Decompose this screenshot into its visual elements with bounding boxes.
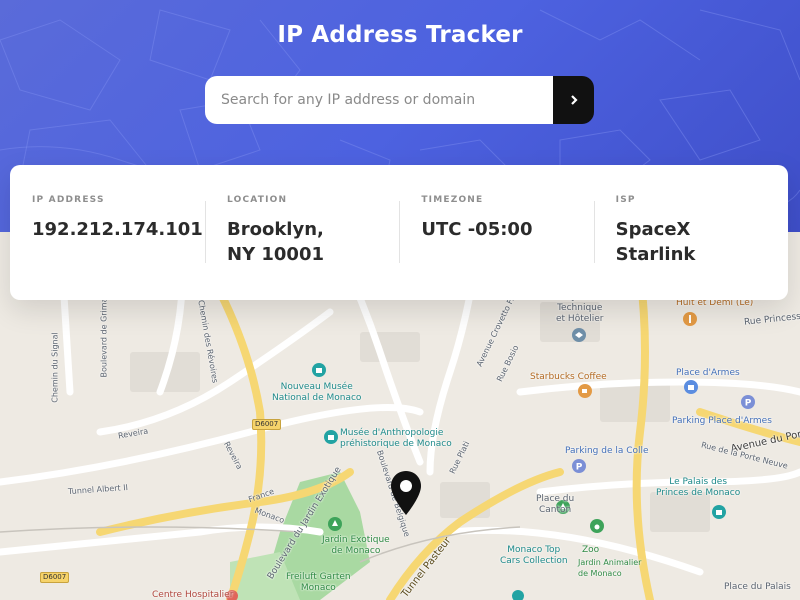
ip-info-card: IP ADDRESS 192.212.174.101 LOCATION Broo… — [10, 165, 788, 300]
map-label: Place du Palais — [724, 582, 791, 592]
cafe-icon — [578, 384, 592, 398]
stat-value: 192.212.174.101 — [32, 219, 203, 240]
museum-icon — [312, 363, 326, 377]
map-label: Jardin Exotique de Monaco — [322, 535, 390, 556]
map-label: Centre Hospitalier — [152, 590, 234, 600]
museum-icon — [512, 590, 524, 600]
map-label: Chemin du Signal — [50, 332, 60, 403]
search-bar — [205, 76, 594, 124]
park-icon — [328, 517, 342, 531]
stat-value: SpaceX Starlink — [615, 219, 696, 265]
stat-ip-address: IP ADDRESS 192.212.174.101 — [10, 195, 205, 300]
stat-value: UTC -05:00 — [421, 219, 533, 240]
svg-text:P: P — [576, 463, 583, 473]
map-label: Freiluft Garten Monaco — [286, 572, 351, 593]
road-shield: D6007 — [40, 572, 70, 583]
road-shield: D6007 — [252, 419, 282, 430]
museum-icon — [324, 430, 338, 444]
stat-label: ISP — [615, 195, 636, 205]
map-label: Nouveau Musée National de Monaco — [272, 382, 362, 403]
svg-text:P: P — [745, 399, 752, 409]
page-title: IP Address Tracker — [277, 22, 523, 48]
search-input[interactable] — [205, 76, 553, 124]
school-icon — [572, 328, 586, 342]
map-label: Le Palais des Princes de Monaco — [656, 477, 741, 498]
map-label: Monaco Top Cars Collection — [500, 545, 568, 566]
stat-label: IP ADDRESS — [32, 195, 105, 205]
stat-label: TIMEZONE — [421, 195, 484, 205]
chevron-right-icon — [570, 95, 578, 105]
stat-isp: ISP SpaceX Starlink — [593, 195, 788, 300]
map-label: Zoo — [582, 545, 600, 555]
shopping-icon — [684, 380, 698, 394]
stat-location: LOCATION Brooklyn, NY 10001 — [205, 195, 399, 300]
stat-label: LOCATION — [227, 195, 288, 205]
restaurant-icon — [683, 312, 697, 326]
map-label: Place d'Armes — [676, 368, 740, 378]
stat-timezone: TIMEZONE UTC -05:00 — [399, 195, 593, 300]
stat-value: Brooklyn, NY 10001 — [227, 219, 324, 265]
map-label: Jardin Animalier de Monaco — [578, 558, 642, 578]
map-label: Parking Place d'Armes — [672, 416, 772, 426]
map-label: Parking de la Colle — [565, 446, 649, 456]
parking-icon: P — [741, 395, 755, 409]
parking-icon: P — [572, 459, 586, 473]
map-label: Musée d'Anthropologie préhistorique de M… — [340, 428, 452, 449]
location-pin-icon[interactable] — [389, 469, 423, 517]
map-label: Boulevard de Grima — [99, 297, 109, 378]
search-submit-button[interactable] — [553, 76, 594, 124]
landmark-icon — [712, 505, 726, 519]
zoo-icon — [590, 519, 604, 533]
map-label: Starbucks Coffee — [530, 372, 607, 382]
map-label: Place du Canton — [536, 494, 575, 515]
